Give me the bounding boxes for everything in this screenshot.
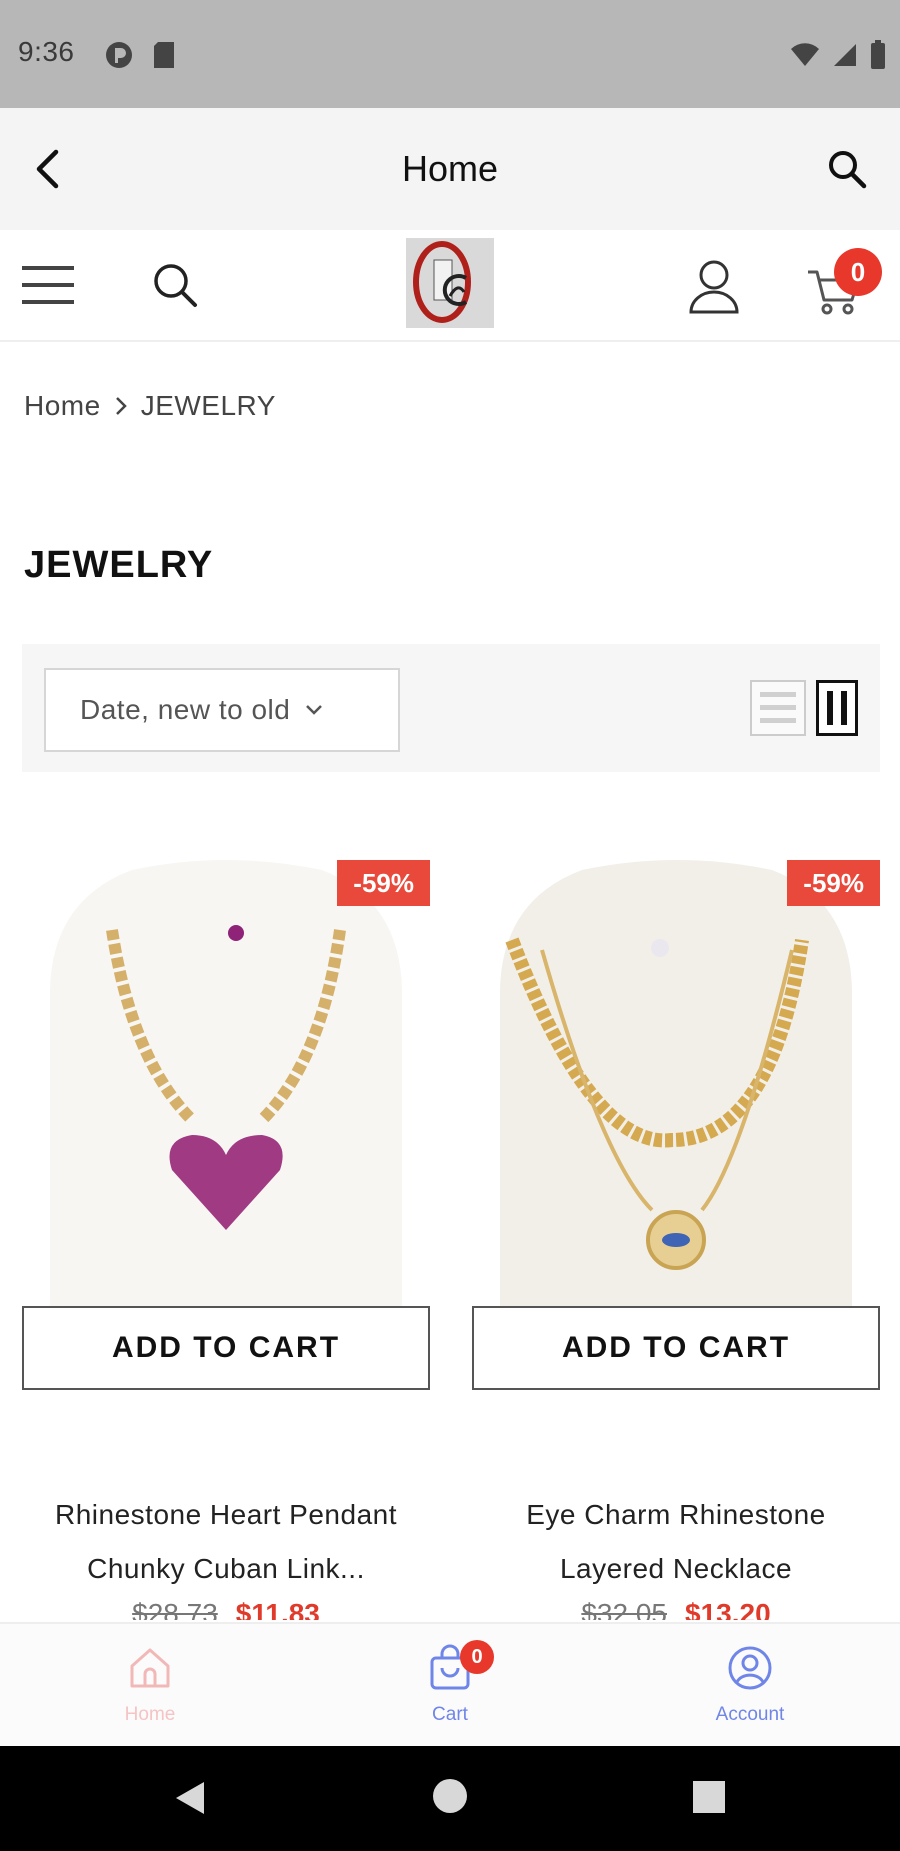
signal-icon [834, 44, 856, 66]
sort-select-value: Date, new to old [80, 694, 291, 725]
product-image[interactable]: -59% [472, 860, 880, 1306]
menu-button[interactable] [20, 260, 76, 310]
store-logo[interactable] [406, 238, 494, 328]
search-icon [154, 264, 197, 307]
notification-app-icon [106, 42, 132, 68]
sort-select[interactable]: Date, new to old [44, 668, 400, 752]
product-image[interactable]: -59% [22, 860, 430, 1306]
discount-badge: -59% [787, 860, 880, 906]
cart-count-badge: 0 [834, 248, 882, 296]
bottom-navigation: Home Cart 0 Account [0, 1622, 900, 1746]
sale-price: $13.20 [685, 1598, 771, 1620]
status-time: 9:36 [18, 36, 75, 67]
nav-cart-label: Cart [432, 1704, 468, 1725]
sale-price: $11.83 [235, 1598, 320, 1620]
search-icon [829, 151, 867, 189]
product-name[interactable]: Rhinestone Heart Pendant Chunky Cuban Li… [22, 1488, 430, 1596]
wifi-icon [791, 43, 819, 66]
system-back-icon[interactable] [170, 1778, 210, 1818]
battery-icon [871, 40, 885, 69]
app-bar: Home [0, 108, 900, 230]
list-view-button[interactable] [750, 680, 806, 736]
sd-card-icon [154, 42, 174, 68]
app-bar-title: Home [401, 148, 499, 189]
nav-cart[interactable]: Cart [300, 1624, 600, 1748]
breadcrumb: Home JEWELRY [24, 390, 276, 422]
status-icons-left [104, 40, 176, 70]
add-to-cart-button[interactable]: ADD TO CART [22, 1306, 430, 1390]
necklace-eye-charm-image [472, 860, 880, 1306]
price-row: $32.05 $13.20 [472, 1598, 880, 1620]
original-price: $28.73 [132, 1598, 218, 1620]
account-button[interactable] [688, 258, 740, 314]
list-view-icon [760, 692, 796, 723]
home-icon [130, 1648, 170, 1688]
chevron-down-icon [306, 705, 323, 715]
collection-toolbar: Date, new to old [22, 644, 880, 772]
price-row: $28.73 $11.83 [22, 1598, 430, 1620]
account-circle-icon [728, 1646, 772, 1690]
grid-view-icon [827, 691, 847, 725]
hamburger-menu-icon [22, 266, 74, 304]
breadcrumb-current: JEWELRY [140, 390, 276, 421]
header-search-button[interactable] [150, 260, 200, 310]
necklace-heart-image [22, 860, 430, 1306]
nav-account[interactable]: Account [600, 1624, 900, 1748]
system-recents-icon[interactable] [692, 1780, 726, 1814]
grid-view-button[interactable] [816, 680, 858, 736]
status-icons-right [790, 40, 886, 70]
product-name[interactable]: Eye Charm Rhinestone Layered Necklace [472, 1488, 880, 1596]
system-home-icon[interactable] [432, 1778, 468, 1814]
app-bar-search-button[interactable] [824, 146, 870, 192]
breadcrumb-home-link[interactable]: Home [24, 390, 101, 422]
nav-account-label: Account [715, 1704, 785, 1725]
add-to-cart-button[interactable]: ADD TO CART [472, 1306, 880, 1390]
chevron-right-icon [115, 397, 127, 415]
system-navigation-bar [0, 1746, 900, 1851]
nav-cart-badge: 0 [460, 1640, 494, 1674]
page-title: JEWELRY [24, 544, 214, 586]
nav-home[interactable]: Home [0, 1624, 300, 1748]
status-bar: 9:36 [0, 0, 900, 108]
original-price: $32.05 [581, 1598, 667, 1620]
discount-badge: -59% [337, 860, 430, 906]
site-header [0, 230, 900, 342]
user-icon [689, 260, 739, 314]
nav-home-label: Home [124, 1704, 176, 1725]
logo-mark-icon [406, 238, 494, 328]
